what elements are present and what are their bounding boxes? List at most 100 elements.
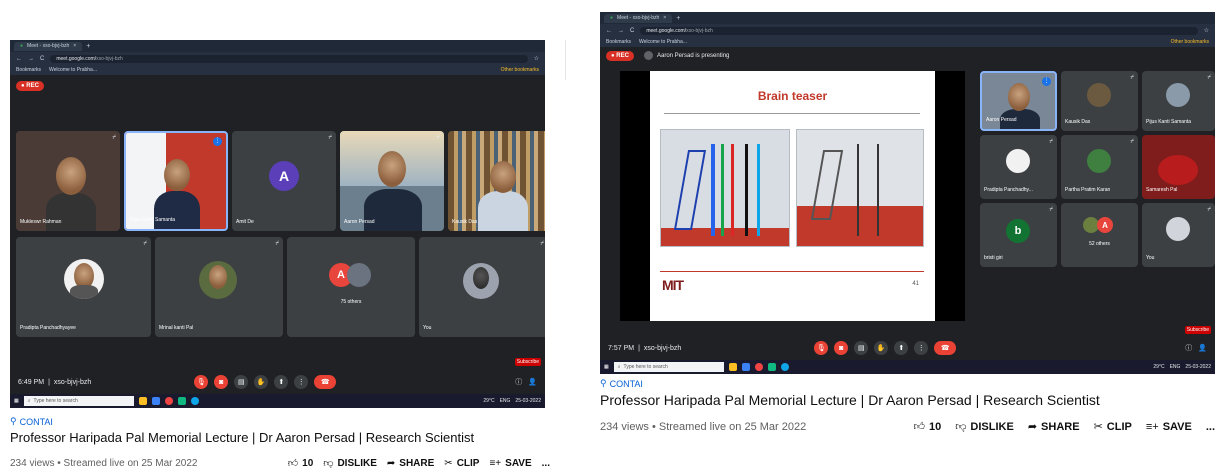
captions-icon[interactable]: ▤ xyxy=(234,375,249,389)
subscribe-badge[interactable]: Subscribe xyxy=(1184,326,1211,334)
participant-tile[interactable]: ⌿ Pradipta Panchadhy... xyxy=(980,135,1057,199)
self-tile[interactable]: ⌿ You xyxy=(1142,203,1215,267)
other-bookmarks[interactable]: Other bookmarks xyxy=(1171,39,1209,45)
back-icon[interactable]: ← xyxy=(16,56,22,62)
participant-tile-active[interactable]: ⋮ Aaron Persad xyxy=(980,71,1057,131)
self-tile[interactable]: ⌿ You xyxy=(419,237,545,337)
participant-tile[interactable]: Kausik Das xyxy=(448,131,545,231)
more-options-icon[interactable]: ⋮ xyxy=(294,375,309,389)
welcome-bookmark[interactable]: Welcome to Prabha... xyxy=(639,39,687,45)
others-count: 75 others xyxy=(340,299,362,305)
other-bookmarks[interactable]: Other bookmarks xyxy=(501,67,539,73)
raise-hand-icon[interactable]: ✋ xyxy=(874,341,889,355)
file-explorer-icon[interactable] xyxy=(138,397,147,405)
subscribe-badge[interactable]: Subscribe xyxy=(514,358,541,366)
browser-tab[interactable]: ● Meet - xso-bjvj-bzh × xyxy=(604,13,673,23)
address-bar[interactable]: meet.google.com/ xso-bjvj-bzh xyxy=(640,26,1198,35)
star-icon[interactable]: ☆ xyxy=(1204,27,1209,34)
others-tile[interactable]: A 75 others xyxy=(287,237,415,337)
file-explorer-icon[interactable] xyxy=(728,363,737,371)
app-icon[interactable] xyxy=(177,397,186,405)
chrome-icon[interactable] xyxy=(164,397,173,405)
others-tile[interactable]: A 52 others xyxy=(1061,203,1138,267)
participant-tile[interactable]: ⌿ Kausik Das xyxy=(1061,71,1138,131)
app-icon[interactable] xyxy=(767,363,776,371)
new-tab-icon[interactable]: + xyxy=(86,43,90,50)
taskbar-search[interactable]: ⌕ Type here to search xyxy=(23,396,134,406)
channel-link[interactable]: ⚲ CONTAI xyxy=(600,378,1215,389)
address-bar[interactable]: meet.google.com/ xso-bjvj-bzh xyxy=(50,54,528,63)
presentation-area[interactable]: Brain teaser MIT 41 xyxy=(620,71,965,321)
browser-tab[interactable]: ● Meet - xso-bjvj-bzh × xyxy=(14,41,83,51)
more-actions-button[interactable]: ... xyxy=(542,458,550,469)
close-icon[interactable]: × xyxy=(663,15,666,21)
share-button[interactable]: ➦ SHARE xyxy=(1027,420,1080,434)
clip-button[interactable]: ✂ CLIP xyxy=(1094,420,1132,434)
share-button[interactable]: ➦ SHARE xyxy=(387,458,434,469)
windows-start-icon[interactable]: ▦ xyxy=(14,398,19,404)
reload-icon[interactable]: C xyxy=(630,28,634,34)
video-player[interactable]: ● Meet - xso-bjvj-bzh × + ← → C meet.goo… xyxy=(600,12,1215,374)
app-icon[interactable] xyxy=(151,397,160,405)
edge-icon[interactable] xyxy=(190,397,199,405)
participant-tile[interactable]: ⌿ Mukleswr Rahman xyxy=(16,131,120,231)
mic-off-icon: ⌿ xyxy=(112,135,116,141)
end-call-icon[interactable]: ☎ xyxy=(934,341,957,355)
save-button[interactable]: ≡+ SAVE xyxy=(489,458,531,469)
forward-icon[interactable]: → xyxy=(618,28,624,34)
participant-tile[interactable]: ⌿ Pradipta Panchadhyayee xyxy=(16,237,151,337)
welcome-bookmark[interactable]: Welcome to Prabha... xyxy=(49,67,97,73)
taskbar-search[interactable]: ⌕ Type here to search xyxy=(613,362,724,372)
participant-tile[interactable]: Samaresh Pal xyxy=(1142,135,1215,199)
info-icon[interactable]: ⓘ xyxy=(1185,343,1192,353)
new-tab-icon[interactable]: + xyxy=(676,15,680,22)
more-actions-button[interactable]: ... xyxy=(1206,421,1215,433)
mic-toggle-icon[interactable]: 🎙 xyxy=(194,375,209,389)
meet-control-bar: 7:57 PM | xso-bjvj-bzh 🎙 ◙ ▤ ✋ ⬆ ⋮ ☎ ⓘ 👤 xyxy=(600,336,1215,360)
camera-toggle-icon[interactable]: ◙ xyxy=(834,341,849,355)
end-call-icon[interactable]: ☎ xyxy=(314,375,337,389)
app-icon[interactable] xyxy=(741,363,750,371)
dislike-button[interactable]: 👎︎ DISLIKE xyxy=(323,457,377,470)
raise-hand-icon[interactable]: ✋ xyxy=(254,375,269,389)
bookmarks-label[interactable]: Bookmarks xyxy=(606,39,631,45)
forward-icon[interactable]: → xyxy=(28,56,34,62)
captions-icon[interactable]: ▤ xyxy=(854,341,869,355)
language-indicator: ENG xyxy=(1169,364,1181,370)
clip-button[interactable]: ✂ CLIP xyxy=(444,458,479,469)
windows-start-icon[interactable]: ▦ xyxy=(604,364,609,370)
people-icon[interactable]: 👤 xyxy=(1198,344,1207,352)
video-player[interactable]: ● Meet - xso-bjvj-bzh × + ← → C meet.goo… xyxy=(10,40,545,408)
participant-tile[interactable]: ⌿ Pijus Kanti Samanta xyxy=(1142,71,1215,131)
language-indicator: ENG xyxy=(499,398,511,404)
people-icon[interactable]: 👤 xyxy=(528,378,537,386)
close-icon[interactable]: × xyxy=(73,43,76,49)
edge-icon[interactable] xyxy=(780,363,789,371)
like-button[interactable]: 👍︎ 10 xyxy=(288,457,314,470)
participant-tile[interactable]: A ⌿ Amit De xyxy=(232,131,336,231)
like-button[interactable]: 👍︎ 10 xyxy=(914,420,942,434)
present-icon[interactable]: ⬆ xyxy=(274,375,289,389)
participant-tile[interactable]: ⌿ Aaron Persad xyxy=(340,131,444,231)
save-button[interactable]: ≡+ SAVE xyxy=(1146,421,1192,433)
weather-temp: 29°C xyxy=(1153,364,1165,370)
speaking-icon: ⋮ xyxy=(213,137,222,146)
more-options-icon[interactable]: ⋮ xyxy=(914,341,929,355)
back-icon[interactable]: ← xyxy=(606,28,612,34)
dislike-button[interactable]: 👎︎ DISLIKE xyxy=(955,420,1014,434)
share-icon: ➦ xyxy=(1027,421,1038,433)
present-icon[interactable]: ⬆ xyxy=(894,341,909,355)
chrome-icon[interactable] xyxy=(754,363,763,371)
star-icon[interactable]: ☆ xyxy=(534,55,539,62)
mic-toggle-icon[interactable]: 🎙 xyxy=(814,341,829,355)
bookmarks-label[interactable]: Bookmarks xyxy=(16,67,41,73)
slide-page-number: 41 xyxy=(912,281,919,287)
camera-toggle-icon[interactable]: ◙ xyxy=(214,375,229,389)
info-icon[interactable]: ⓘ xyxy=(515,377,522,387)
participant-tile[interactable]: ⌿ Partha Pratim Karan xyxy=(1061,135,1138,199)
reload-icon[interactable]: C xyxy=(40,56,44,62)
channel-link[interactable]: ⚲ CONTAI xyxy=(10,416,550,427)
participant-tile[interactable]: b ⌿ bristi giri xyxy=(980,203,1057,267)
participant-tile[interactable]: ⌿ Mrinal kanti Pal xyxy=(155,237,283,337)
participant-tile-active[interactable]: ⋮ Pijus Kanti Samanta xyxy=(124,131,228,231)
